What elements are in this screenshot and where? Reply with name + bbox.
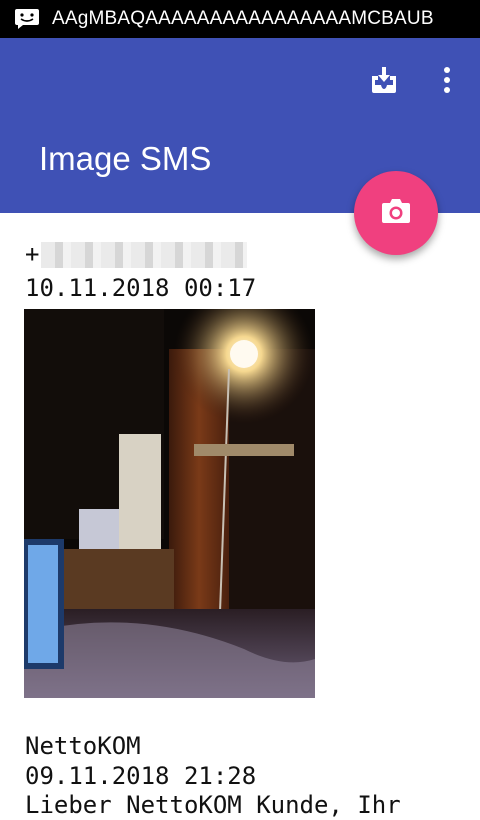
message-sender: + (25, 240, 248, 269)
status-notification-text: AAgMBAQAAAAAAAAAAAAAAAAMCBAUB (52, 8, 434, 29)
camera-icon (380, 197, 412, 229)
message-image[interactable] (24, 309, 315, 698)
message-timestamp: 10.11.2018 00:17 (25, 274, 257, 302)
more-options-button[interactable] (425, 60, 469, 104)
more-vert-icon (443, 66, 451, 98)
status-bar: AAgMBAQAAAAAAAAAAAAAAAAMCBAUB (0, 0, 480, 38)
camera-fab-button[interactable] (354, 171, 438, 255)
app-title: Image SMS (39, 140, 212, 177)
download-button[interactable] (362, 60, 406, 104)
download-icon (369, 66, 399, 98)
chat-bubble-icon (14, 8, 40, 30)
message-sender: NettoKOM (25, 732, 141, 760)
sender-prefix: + (25, 240, 40, 268)
redacted-phone-number (41, 241, 248, 268)
message-timestamp: 09.11.2018 21:28 (25, 762, 257, 790)
message-preview: Lieber NettoKOM Kunde, Ihr (25, 791, 401, 819)
